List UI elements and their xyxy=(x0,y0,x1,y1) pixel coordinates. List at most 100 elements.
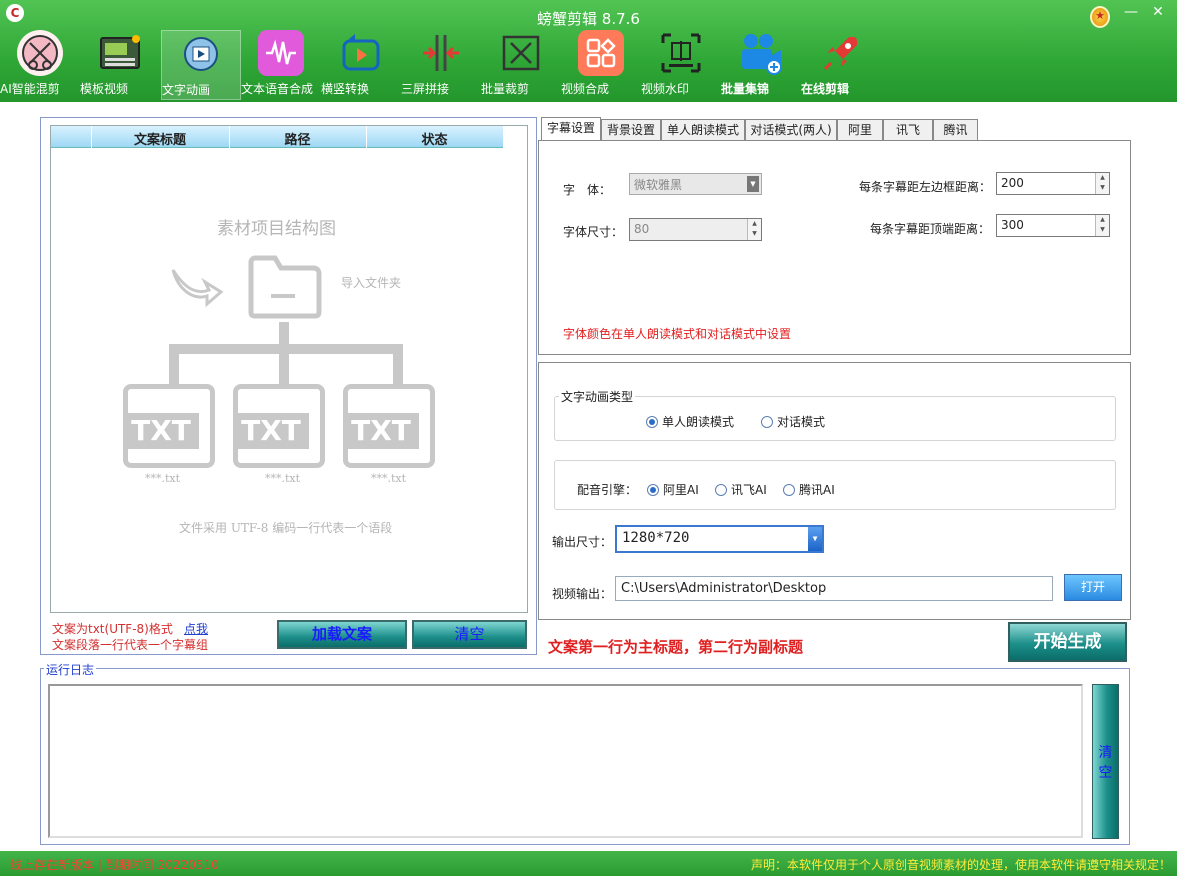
ai-mix-icon xyxy=(17,30,63,76)
left-margin-label: 每条字幕距左边框距离： xyxy=(859,180,992,194)
crop-icon xyxy=(498,30,544,76)
output-path-label: 视频输出： xyxy=(552,587,613,601)
txt-ext-label: ***.txt xyxy=(145,472,181,485)
load-script-button[interactable]: 加载文案 xyxy=(277,620,407,649)
window-title: 螃蟹剪辑 8.7.6 xyxy=(537,10,640,28)
mode-dialog-radio[interactable]: 对话模式 xyxy=(761,413,825,430)
tool-rotate[interactable]: 横竖转换 xyxy=(321,30,401,100)
tool-highlight[interactable]: 批量集锦 xyxy=(721,30,801,100)
tool-three-screen[interactable]: 三屏拼接 xyxy=(401,30,481,100)
font-select[interactable]: 微软雅黑 ▼ xyxy=(629,173,762,195)
text-animation-icon xyxy=(178,31,224,77)
txt-file-icon: TXT xyxy=(123,384,215,468)
grid-header: 文案标题 路径 状态 xyxy=(51,126,503,148)
spinner-arrows-icon[interactable]: ▲ ▼ xyxy=(1095,173,1109,194)
tool-label: 视频合成 xyxy=(561,82,610,96)
file-grid[interactable]: 文案标题 路径 状态 素材项目结构图 导入文件夹 TXT TXT TXT ***… xyxy=(50,125,528,613)
voice-tencent-radio[interactable]: 腾讯AI xyxy=(783,481,835,498)
rotate-icon xyxy=(338,30,384,76)
font-size-label: 字体尺寸： xyxy=(563,225,624,239)
three-screen-icon xyxy=(418,30,464,76)
version-status[interactable]: 线上存在新版本 | 到期时间:20220510 xyxy=(10,856,219,873)
chevron-down-icon[interactable]: ▼ xyxy=(808,527,822,551)
tool-label: AI智能混剪 xyxy=(0,82,60,96)
tool-label: 视频水印 xyxy=(641,82,690,96)
tool-batch-crop[interactable]: 批量裁剪 xyxy=(481,30,561,100)
voice-ali-radio[interactable]: 阿里AI xyxy=(647,481,699,498)
video-merge-icon xyxy=(578,30,624,76)
minimize-button[interactable]: — xyxy=(1121,4,1141,20)
clear-list-button[interactable]: 清空 xyxy=(412,620,527,649)
animation-type-title: 文字动画类型 xyxy=(559,388,636,405)
tool-template-video[interactable]: 模板视频 xyxy=(80,30,160,100)
radio-icon xyxy=(761,416,773,428)
tab-tencent[interactable]: 腾讯 xyxy=(933,119,978,141)
close-button[interactable]: ✕ xyxy=(1148,4,1168,20)
tree-branch-right xyxy=(393,344,403,384)
tab-dialog[interactable]: 对话模式(两人) xyxy=(745,119,837,141)
top-margin-spinner[interactable]: 300 ▲ ▼ xyxy=(996,214,1110,237)
watermark-icon xyxy=(658,30,704,76)
subtitle-settings-panel: 字 体： 微软雅黑 ▼ 字体尺寸： 80 ▲ ▼ 每条字幕距左边框距离： 200 … xyxy=(538,140,1131,355)
arrow-icon xyxy=(171,269,224,308)
placeholder-title: 素材项目结构图 xyxy=(217,219,336,239)
open-folder-button[interactable]: 打开 xyxy=(1064,574,1122,601)
start-generate-button[interactable]: 开始生成 xyxy=(1008,622,1127,662)
font-label: 字 体： xyxy=(563,183,612,197)
tts-icon xyxy=(258,30,304,76)
encoding-note: 文件采用 UTF-8 编码一行代表一个语段 xyxy=(179,521,393,535)
rocket-icon xyxy=(818,30,864,76)
tool-label: 横竖转换 xyxy=(321,82,370,96)
tab-xunfei[interactable]: 讯飞 xyxy=(883,119,933,141)
mode-single-radio[interactable]: 单人朗读模式 xyxy=(646,413,734,430)
column-path[interactable]: 路径 xyxy=(229,129,366,148)
voice-engine-label: 配音引擎： xyxy=(577,483,638,497)
column-title[interactable]: 文案标题 xyxy=(91,129,229,148)
clear-log-button[interactable]: 清空 xyxy=(1092,684,1119,839)
tree-branch-mid xyxy=(279,344,289,384)
paragraph-note: 文案段落一行代表一个字幕组 xyxy=(52,638,209,652)
tool-watermark[interactable]: 视频水印 xyxy=(641,30,721,100)
disclaimer: 声明：本软件仅用于个人原创音视频素材的处理，使用本软件请遵守相关规定！ xyxy=(750,858,1171,872)
tab-background[interactable]: 背景设置 xyxy=(601,119,661,141)
tool-ai-mix[interactable]: AI智能混剪 xyxy=(0,30,80,100)
tool-label: 批量集锦 xyxy=(721,82,770,96)
tool-text-animation[interactable]: 文字动画 xyxy=(161,30,241,100)
column-status[interactable]: 状态 xyxy=(366,129,503,148)
tab-ali[interactable]: 阿里 xyxy=(837,119,883,141)
title-bar: C 螃蟹剪辑 8.7.6 ★ — ✕ AI智能混剪 模板视频 文字动画 文本语音… xyxy=(0,0,1177,102)
help-link[interactable]: 点我 xyxy=(184,620,208,637)
spinner-arrows-icon[interactable]: ▲ ▼ xyxy=(747,219,761,240)
medal-icon[interactable]: ★ xyxy=(1090,6,1110,28)
top-margin-label: 每条字幕距顶端距离： xyxy=(870,222,991,236)
tool-label: 批量裁剪 xyxy=(481,82,530,96)
animation-type-group xyxy=(554,396,1116,441)
status-bar: 线上存在新版本 | 到期时间:20220510 声明：本软件仅用于个人原创音视频… xyxy=(0,851,1177,876)
log-textarea[interactable] xyxy=(48,684,1083,838)
font-size-spinner[interactable]: 80 ▲ ▼ xyxy=(629,218,762,241)
radio-icon xyxy=(783,484,795,496)
output-path-input[interactable]: C:\Users\Administrator\Desktop xyxy=(615,576,1053,601)
output-size-label: 输出尺寸： xyxy=(552,535,613,549)
tool-label: 在线剪辑 xyxy=(801,82,850,96)
folder-icon xyxy=(248,255,322,319)
tool-label: 文字动画 xyxy=(162,83,211,97)
left-margin-spinner[interactable]: 200 ▲ ▼ xyxy=(996,172,1110,195)
title-hint: 文案第一行为主标题，第二行为副标题 xyxy=(548,638,804,656)
import-folder-hint: 导入文件夹 xyxy=(341,276,402,290)
tool-label: 三屏拼接 xyxy=(401,82,450,96)
txt-file-icon: TXT xyxy=(343,384,435,468)
spinner-arrows-icon[interactable]: ▲ ▼ xyxy=(1095,215,1109,236)
tab-subtitle[interactable]: 字幕设置 xyxy=(541,117,601,141)
tree-branch-left xyxy=(169,344,179,384)
tool-tts[interactable]: 文本语音合成 xyxy=(241,30,321,100)
template-video-icon xyxy=(97,30,143,76)
output-size-select[interactable]: 1280*720 ▼ xyxy=(615,525,824,553)
tool-label: 文本语音合成 xyxy=(241,82,314,96)
radio-selected-icon xyxy=(647,484,659,496)
tool-label: 模板视频 xyxy=(80,82,129,96)
voice-xunfei-radio[interactable]: 讯飞AI xyxy=(715,481,767,498)
tool-video-merge[interactable]: 视频合成 xyxy=(561,30,641,100)
tool-online-edit[interactable]: 在线剪辑 xyxy=(801,30,881,100)
tab-single-read[interactable]: 单人朗读模式 xyxy=(661,119,745,141)
